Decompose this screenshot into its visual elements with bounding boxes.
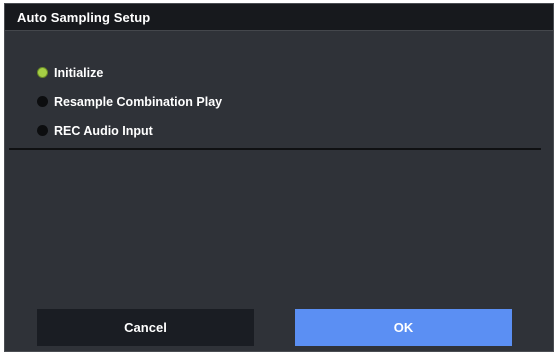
radio-unselected-icon[interactable] [37,125,48,136]
option-rec-audio-input[interactable]: REC Audio Input [37,116,222,145]
option-resample-combination-play[interactable]: Resample Combination Play [37,87,222,116]
option-rec-audio-input-label[interactable]: REC Audio Input [54,124,153,138]
auto-sampling-setup-dialog: Auto Sampling Setup Initialize Resample … [4,3,554,352]
sampling-mode-radio-group: Initialize Resample Combination Play REC… [37,58,222,145]
dialog-title: Auto Sampling Setup [17,10,151,25]
option-initialize-label[interactable]: Initialize [54,66,103,80]
option-initialize[interactable]: Initialize [37,58,222,87]
radio-unselected-icon[interactable] [37,96,48,107]
cancel-button-label[interactable]: Cancel [124,320,167,335]
radio-selected-icon[interactable] [37,67,48,78]
ok-button[interactable]: OK [295,309,512,346]
divider [9,148,541,150]
ok-button-label[interactable]: OK [394,320,414,335]
dialog-titlebar: Auto Sampling Setup [5,4,553,31]
cancel-button[interactable]: Cancel [37,309,254,346]
option-resample-combination-play-label[interactable]: Resample Combination Play [54,95,222,109]
